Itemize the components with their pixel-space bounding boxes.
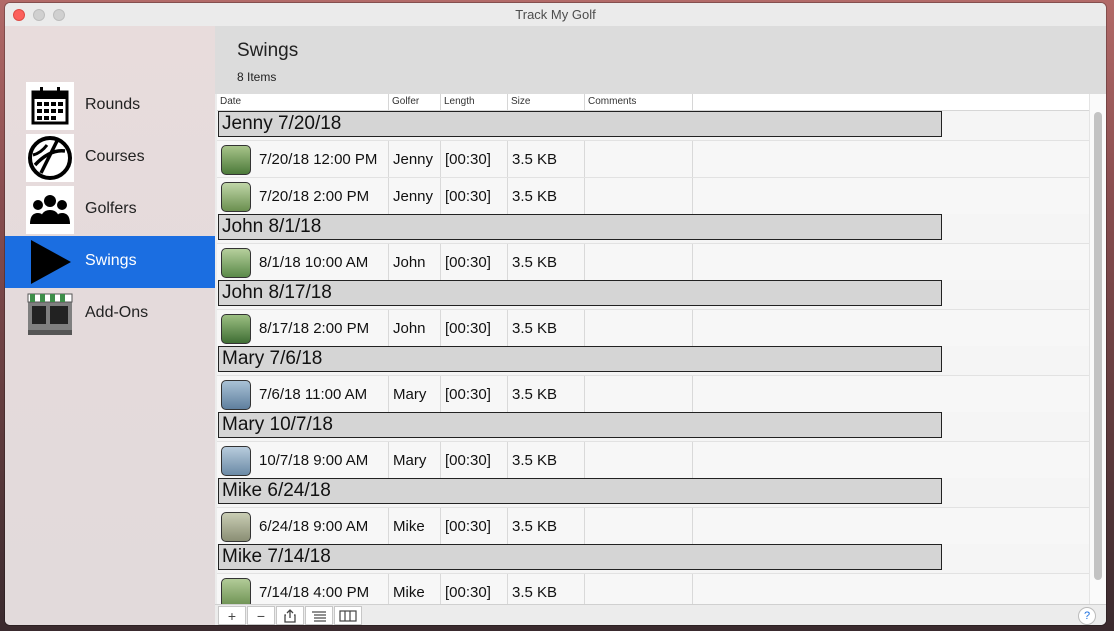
swing-thumbnail <box>221 182 251 212</box>
date-cell: 7/20/18 12:00 PM <box>259 151 378 168</box>
length-cell: [00:30] <box>445 320 491 337</box>
swing-thumbnail <box>221 314 251 344</box>
column-header-length[interactable]: Length <box>444 96 475 107</box>
length-cell: [00:30] <box>445 452 491 469</box>
golfer-cell: Jenny <box>393 188 434 205</box>
remove-button[interactable]: − <box>247 606 275 625</box>
minimize-window-button[interactable] <box>33 9 45 21</box>
date-cell: 6/24/18 9:00 AM <box>259 518 369 535</box>
list-icon <box>312 610 326 622</box>
window-title: Track My Golf <box>515 7 596 22</box>
length-cell: [00:30] <box>445 386 491 403</box>
date-cell: 10/7/18 9:00 AM <box>259 452 369 469</box>
sidebar-item-swings[interactable]: Swings <box>5 236 215 288</box>
size-cell: 3.5 KB <box>512 386 558 403</box>
group-header-row[interactable]: Mike 7/14/18 <box>218 544 942 570</box>
table-row[interactable]: 8/1/18 10:00 AM John [00:30] 3.5 KB <box>217 243 1089 280</box>
golfer-cell: John <box>393 320 426 337</box>
golfer-cell: Mike <box>393 584 425 601</box>
group-header-row[interactable]: Mary 10/7/18 <box>218 412 942 438</box>
size-cell: 3.5 KB <box>512 151 558 168</box>
date-cell: 7/14/18 4:00 PM <box>259 584 370 601</box>
zoom-window-button[interactable] <box>53 9 65 21</box>
size-cell: 3.5 KB <box>512 518 558 535</box>
play-icon <box>26 238 74 286</box>
scroll-thumb[interactable] <box>1094 112 1102 580</box>
length-cell: [00:30] <box>445 584 491 601</box>
group-header-row[interactable]: John 8/1/18 <box>218 214 942 240</box>
column-header-size[interactable]: Size <box>511 96 530 107</box>
size-cell: 3.5 KB <box>512 254 558 271</box>
golfer-cell: Mary <box>393 452 427 469</box>
sidebar-item-golfers[interactable]: Golfers <box>5 184 215 236</box>
date-cell: 7/20/18 2:00 PM <box>259 188 370 205</box>
sidebar-item-add-ons[interactable]: Add-Ons <box>5 288 215 340</box>
bottom-toolbar: + − ? <box>215 604 1106 625</box>
table-row[interactable]: 10/7/18 9:00 AM Mary [00:30] 3.5 KB <box>217 441 1089 478</box>
group-header-row[interactable]: John 8/17/18 <box>218 280 942 306</box>
sidebar-item-label: Add-Ons <box>85 304 149 321</box>
group-header-row[interactable]: Mike 6/24/18 <box>218 478 942 504</box>
close-window-button[interactable] <box>13 9 25 21</box>
swing-thumbnail <box>221 512 251 542</box>
table-row[interactable]: 6/24/18 9:00 AM Mike [00:30] 3.5 KB <box>217 507 1089 544</box>
golfer-cell: John <box>393 254 426 271</box>
swing-thumbnail <box>221 380 251 410</box>
item-count: 8 Items <box>237 70 277 84</box>
length-cell: [00:30] <box>445 254 491 271</box>
sidebar-item-label: Swings <box>85 252 137 269</box>
golfer-cell: Mary <box>393 386 427 403</box>
help-button[interactable]: ? <box>1078 607 1096 625</box>
date-cell: 7/6/18 11:00 AM <box>259 386 368 403</box>
column-header-comments[interactable]: Comments <box>588 96 636 107</box>
size-cell: 3.5 KB <box>512 188 558 205</box>
columns-icon <box>339 609 357 622</box>
length-cell: [00:30] <box>445 518 491 535</box>
page-title: Swings <box>237 40 299 61</box>
sidebar-item-label: Rounds <box>85 96 141 113</box>
table-row[interactable]: 7/6/18 11:00 AM Mary [00:30] 3.5 KB <box>217 375 1089 412</box>
column-header-golfer[interactable]: Golfer <box>392 96 419 107</box>
calendar-icon <box>26 82 74 130</box>
size-cell: 3.5 KB <box>512 584 558 601</box>
swing-thumbnail <box>221 145 251 175</box>
sidebar-item-courses[interactable]: Courses <box>5 132 215 184</box>
add-button[interactable]: + <box>218 606 246 625</box>
golfer-cell: Mike <box>393 518 425 535</box>
sidebar-item-rounds[interactable]: Rounds <box>5 80 215 132</box>
size-cell: 3.5 KB <box>512 320 558 337</box>
column-header-date[interactable]: Date <box>220 96 241 107</box>
share-icon <box>284 608 296 623</box>
date-cell: 8/1/18 10:00 AM <box>259 254 369 271</box>
table-row[interactable]: 8/17/18 2:00 PM John [00:30] 3.5 KB <box>217 309 1089 346</box>
length-cell: [00:30] <box>445 151 491 168</box>
swing-thumbnail <box>221 578 251 604</box>
date-cell: 8/17/18 2:00 PM <box>259 320 370 337</box>
group-header-row[interactable]: Jenny 7/20/18 <box>218 111 942 137</box>
golfer-cell: Jenny <box>393 151 434 168</box>
globe-icon <box>26 134 74 182</box>
columns-button[interactable] <box>334 606 362 625</box>
swing-thumbnail <box>221 446 251 476</box>
table-header: Date Golfer Length Size Comments <box>217 94 1089 111</box>
share-button[interactable] <box>276 606 304 625</box>
sidebar-item-label: Golfers <box>85 200 137 217</box>
swings-table: Date Golfer Length Size Comments Jenny 7… <box>217 94 1089 604</box>
sidebar: Rounds Courses Golfers Swings Add-Ons <box>5 26 215 625</box>
table-row[interactable]: 7/20/18 12:00 PM Jenny [00:30] 3.5 KB <box>217 140 1089 177</box>
vertical-scrollbar[interactable] <box>1089 94 1106 604</box>
content-header: Swings 8 Items <box>215 26 1106 94</box>
sidebar-item-label: Courses <box>85 148 145 165</box>
group-header-row[interactable]: Mary 7/6/18 <box>218 346 942 372</box>
swing-thumbnail <box>221 248 251 278</box>
size-cell: 3.5 KB <box>512 452 558 469</box>
app-window: Track My Golf Rounds Courses Golfers Swi… <box>5 3 1106 625</box>
length-cell: [00:30] <box>445 188 491 205</box>
table-row[interactable]: 7/14/18 4:00 PM Mike [00:30] 3.5 KB <box>217 573 1089 604</box>
store-icon <box>26 290 74 338</box>
title-bar: Track My Golf <box>5 3 1106 26</box>
people-icon <box>26 186 74 234</box>
list-view-button[interactable] <box>305 606 333 625</box>
table-row[interactable]: 7/20/18 2:00 PM Jenny [00:30] 3.5 KB <box>217 177 1089 214</box>
